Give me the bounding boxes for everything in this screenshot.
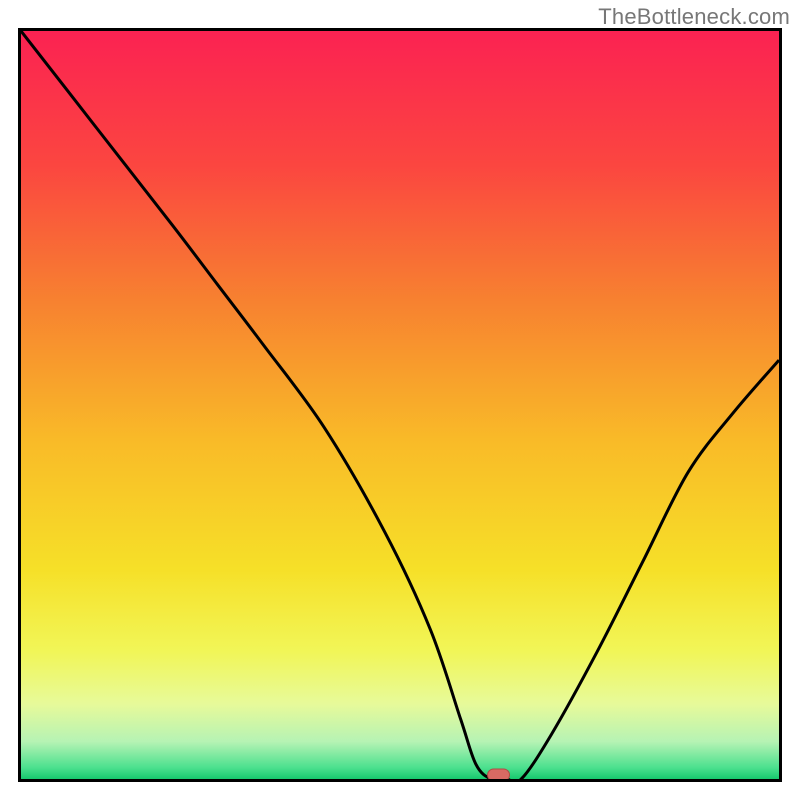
chart-container: TheBottleneck.com	[0, 0, 800, 800]
gradient-background	[21, 31, 779, 779]
watermark-label: TheBottleneck.com	[598, 4, 790, 30]
plot-area	[18, 28, 782, 782]
chart-svg	[21, 31, 779, 779]
minimum-marker	[488, 769, 510, 779]
